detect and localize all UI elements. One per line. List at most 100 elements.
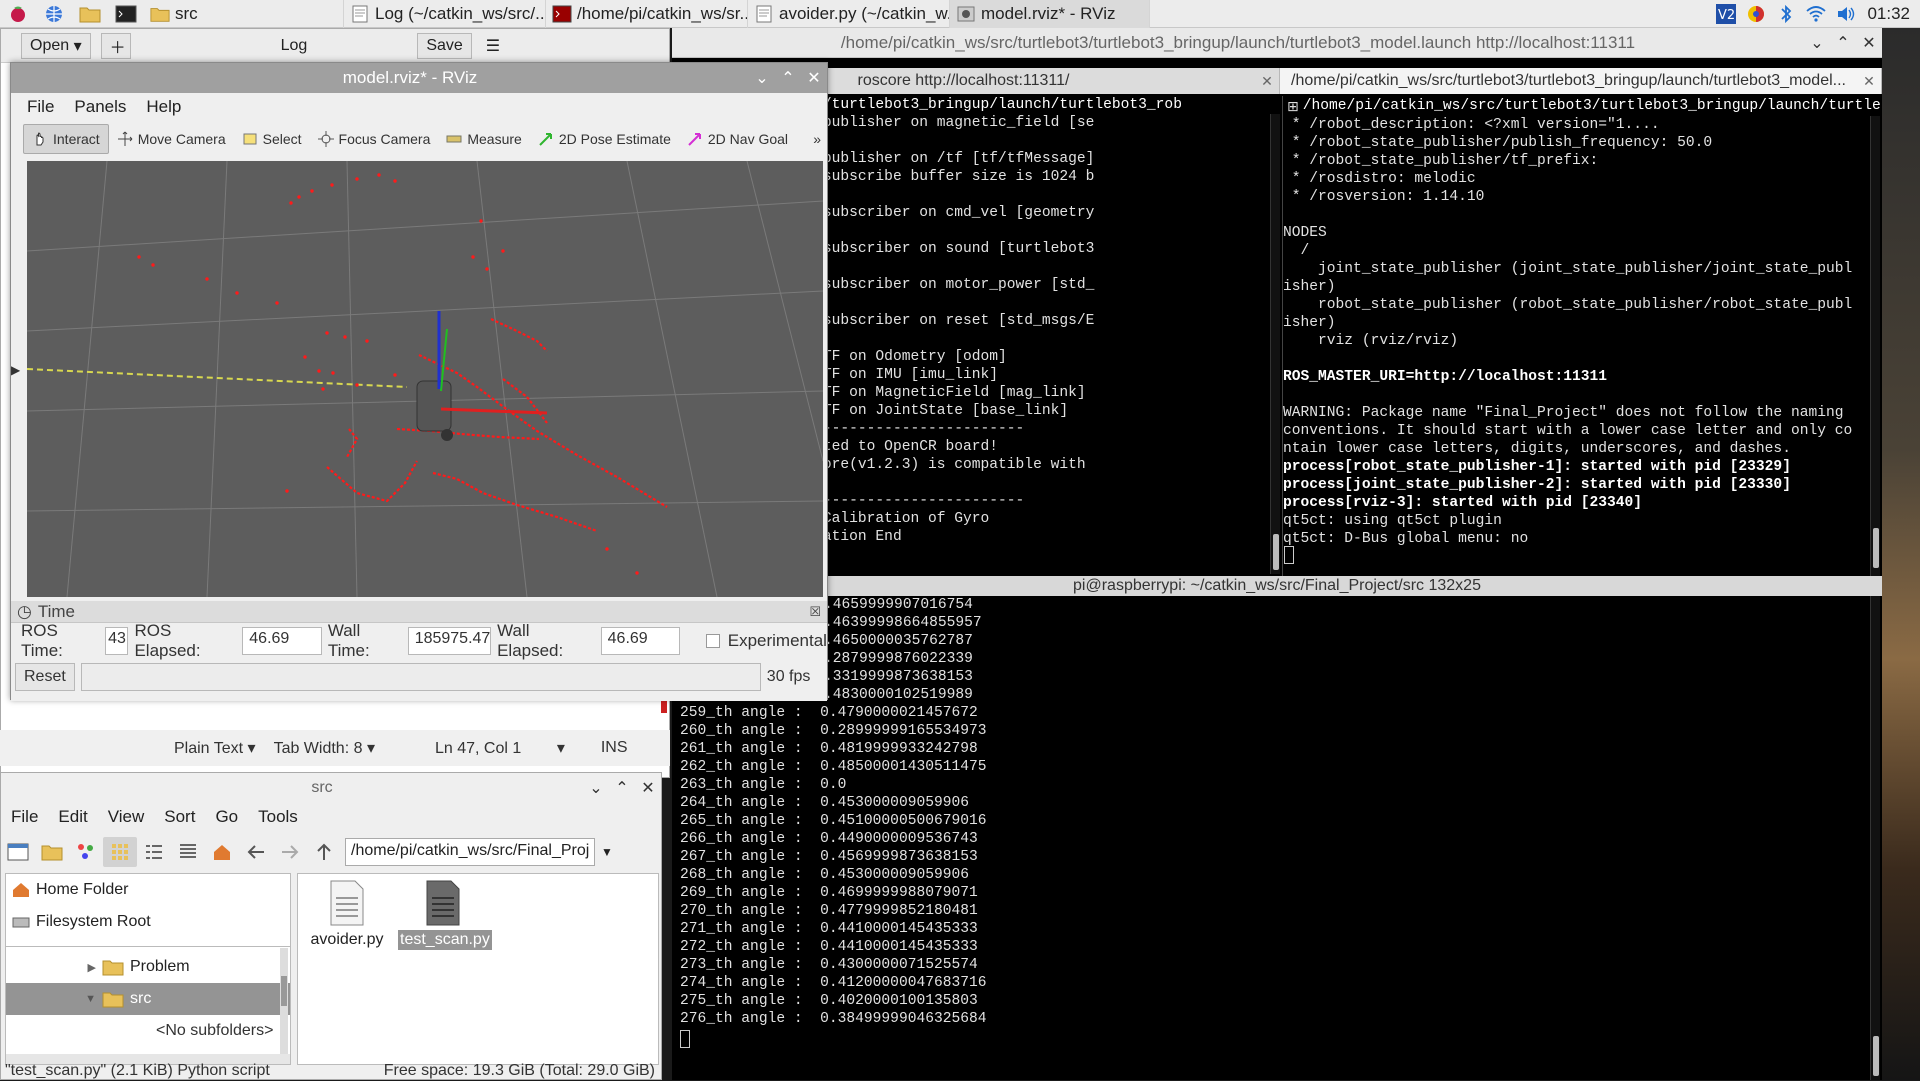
laser-point (321, 387, 325, 391)
compact-view-icon[interactable] (137, 837, 171, 867)
list-view-icon[interactable] (171, 837, 205, 867)
terminal-tab-model-launch[interactable]: /home/pi/catkin_ws/src/turtlebot3/turtle… (1280, 68, 1882, 94)
browser-icon[interactable] (36, 0, 72, 28)
bottom-scrollbar[interactable] (1870, 596, 1880, 1080)
menu-file[interactable]: File (17, 97, 64, 117)
save-button[interactable]: Save (417, 32, 472, 59)
task-0[interactable]: src (144, 0, 344, 28)
text-editor-icon (352, 5, 368, 22)
bluetooth-icon[interactable] (1771, 0, 1801, 28)
collapse-icon[interactable]: ▼ (6, 993, 96, 1005)
menu-file[interactable]: File (1, 807, 48, 827)
cursor-position[interactable]: Ln 47, Col 1 ▾ (435, 738, 565, 758)
color-picker-icon[interactable] (1741, 0, 1771, 28)
terminal-line: 268_th angle : 0.453000009059906 (680, 867, 970, 883)
task-1[interactable]: Log (~/catkin_ws/src/... (344, 0, 546, 28)
close-icon[interactable]: ✕ (635, 778, 661, 798)
open-button[interactable]: Open ▾ (21, 32, 91, 59)
fm-title: src (311, 779, 333, 796)
experimental-checkbox[interactable] (706, 634, 720, 648)
terminal-line: 272_th angle : 0.4410000145435333 (680, 939, 978, 955)
left-scrollbar[interactable] (1270, 114, 1280, 574)
path-input[interactable]: /home/pi/catkin_ws/src/Final_Proj (345, 838, 595, 866)
close-icon[interactable]: ✕ (801, 68, 827, 88)
close-icon[interactable]: ✕ (1856, 33, 1882, 53)
file-avoider[interactable]: avoider.py (302, 880, 392, 950)
clock[interactable]: 01:32 (1861, 4, 1920, 24)
place-filesystem[interactable]: Filesystem Root (6, 906, 290, 938)
close-tab-icon[interactable]: ✕ (1857, 73, 1881, 90)
terminal-launch-icon[interactable] (108, 0, 144, 28)
tree-item-src[interactable]: ▼ src (6, 983, 290, 1015)
wall-time-field[interactable]: 185975.47 (407, 627, 492, 655)
menu-view[interactable]: View (98, 807, 155, 827)
expand-icon[interactable]: ▶ (6, 961, 96, 974)
tool-select[interactable]: Select (234, 124, 310, 154)
toolbar-overflow-icon[interactable]: » (813, 131, 821, 147)
maximize-icon[interactable]: ⌃ (775, 68, 801, 88)
terminal-line: 261_th angle : 0.4819999933242798 (680, 741, 978, 757)
select-icon (243, 133, 257, 145)
close-tab-icon[interactable]: ✕ (1255, 73, 1279, 90)
maximize-icon[interactable]: ⌃ (1830, 33, 1856, 53)
close-icon[interactable]: ☒ (809, 604, 821, 620)
tree-scrollbar[interactable] (280, 948, 288, 1058)
menu-panels[interactable]: Panels (64, 97, 136, 117)
file-manager-icon[interactable] (72, 0, 108, 28)
up-arrow-icon[interactable] (307, 837, 341, 867)
laser-point (471, 255, 475, 259)
menu-tools[interactable]: Tools (248, 807, 308, 827)
split-icon[interactable]: ⊞ (1287, 98, 1299, 115)
reset-button[interactable]: Reset (15, 663, 75, 691)
task-4[interactable]: model.rviz* - RViz (950, 0, 1150, 28)
menu-help[interactable]: Help (136, 97, 191, 117)
file-test-scan[interactable]: test_scan.py (398, 880, 492, 950)
back-arrow-icon[interactable] (239, 837, 273, 867)
hamburger-menu-icon[interactable]: ☰ (486, 36, 500, 56)
path-dropdown-icon[interactable]: ▼ (601, 845, 613, 859)
wall-elapsed-field[interactable]: 46.69 (600, 627, 681, 655)
tool-interact[interactable]: Interact (23, 124, 109, 154)
forward-arrow-icon[interactable] (273, 837, 307, 867)
menu-edit[interactable]: Edit (48, 807, 97, 827)
ros-elapsed-field[interactable]: 46.69 (242, 627, 322, 655)
maximize-icon[interactable]: ⌃ (609, 778, 635, 798)
menu-sort[interactable]: Sort (154, 807, 205, 827)
task-2[interactable]: /home/pi/catkin_ws/sr... (546, 0, 748, 28)
time-panel-header: ◷ Time ☒ (11, 601, 827, 623)
raspberry-menu-icon[interactable] (0, 0, 36, 28)
tool-2d-pose-estimate[interactable]: 2D Pose Estimate (530, 124, 679, 154)
tool-2d-nav-goal[interactable]: 2D Nav Goal (679, 124, 796, 154)
task-3[interactable]: avoider.py (~/catkin_w... (748, 0, 950, 28)
wifi-icon[interactable] (1801, 0, 1831, 28)
place-home[interactable]: Home Folder (6, 874, 290, 906)
grid-view-icon[interactable] (103, 837, 137, 867)
fm-toolbar: /home/pi/catkin_ws/src/Final_Proj ▼ (1, 833, 661, 871)
fm-menubar: File Edit View Sort Go Tools (1, 803, 661, 831)
tool-move-camera[interactable]: Move Camera (109, 124, 234, 154)
volume-icon[interactable] (1831, 0, 1861, 28)
new-tab-button[interactable]: ＋ (100, 32, 131, 59)
icon-view-icon[interactable] (69, 837, 103, 867)
terminal-line: 265_th angle : 0.45100000500679016 (680, 813, 987, 829)
right-pane-output[interactable]: * /robot_description: <?xml version="1..… (1282, 116, 1868, 576)
tab-width-dropdown[interactable]: Tab Width: 8 ▾ (274, 738, 375, 758)
minimize-icon[interactable]: ⌄ (749, 68, 775, 88)
render-3d-view[interactable] (27, 161, 823, 597)
tool-focus-camera[interactable]: Focus Camera (310, 124, 439, 154)
task-label: src (175, 3, 198, 23)
ros-time-field[interactable]: 43 (105, 627, 129, 655)
new-window-icon[interactable] (1, 837, 35, 867)
minimize-icon[interactable]: ⌄ (1804, 33, 1830, 53)
right-scrollbar[interactable] (1870, 116, 1880, 576)
vnc-icon[interactable]: V2 (1711, 0, 1741, 28)
menu-go[interactable]: Go (205, 807, 248, 827)
minimize-icon[interactable]: ⌄ (583, 778, 609, 798)
bottom-pane-output[interactable]: 259_th angle : 0.4790000021457672 260_th … (680, 704, 1480, 1030)
home-icon[interactable] (205, 837, 239, 867)
new-folder-icon[interactable] (35, 837, 69, 867)
tool-measure[interactable]: Measure (438, 124, 529, 154)
syntax-dropdown[interactable]: Plain Text ▾ (174, 738, 256, 758)
tree-item-problem[interactable]: ▶ Problem (6, 951, 290, 983)
left-panel-toggle-icon[interactable]: ▶ (11, 363, 25, 383)
